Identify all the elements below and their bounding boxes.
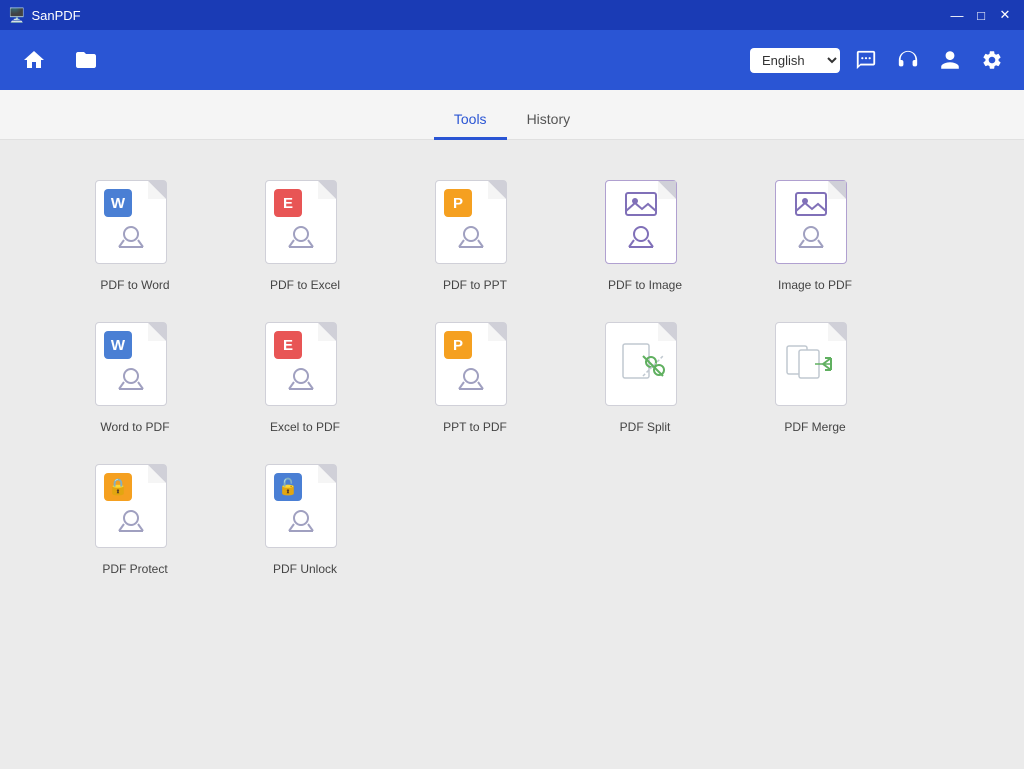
excel-badge2: E xyxy=(274,331,302,359)
ppt-badge2: P xyxy=(444,331,472,359)
split-icon-area xyxy=(605,322,677,406)
user-button[interactable] xyxy=(934,44,966,76)
window-controls: — □ ✕ xyxy=(946,4,1016,26)
language-select[interactable]: English Chinese Japanese xyxy=(750,48,840,73)
tool-excel-to-pdf[interactable]: E Excel to PDF xyxy=(250,322,360,434)
acrobat-icon xyxy=(794,224,828,250)
acrobat-icon xyxy=(114,366,148,392)
image-icon xyxy=(622,189,660,219)
doc-shape xyxy=(605,180,677,264)
acrobat-icon xyxy=(114,508,148,534)
acrobat-icon xyxy=(284,508,318,534)
tools-row-3: 🔒 PDF Protect xyxy=(80,464,944,576)
tool-pdf-to-excel[interactable]: E PDF to Excel xyxy=(250,180,360,292)
toolbar: English Chinese Japanese xyxy=(0,30,1024,90)
tool-label: PDF to Word xyxy=(100,278,169,292)
message-button[interactable] xyxy=(850,44,882,76)
acrobat-icon xyxy=(454,224,488,250)
doc-shape: E xyxy=(265,322,337,406)
toolbar-left xyxy=(16,42,104,78)
app-icon: 🖥️ xyxy=(8,7,25,24)
headset-icon xyxy=(897,49,919,71)
acrobat-icon xyxy=(454,366,488,392)
tools-row-1: W PDF to Word xyxy=(80,180,944,292)
doc-shape: P xyxy=(435,180,507,264)
titlebar-left: 🖥️ SanPDF xyxy=(8,7,81,24)
tool-word-to-pdf[interactable]: W Word to PDF xyxy=(80,322,190,434)
doc-shape: W xyxy=(95,180,167,264)
headset-button[interactable] xyxy=(892,44,924,76)
close-button[interactable]: ✕ xyxy=(994,4,1016,26)
image-icon xyxy=(792,189,830,219)
home-button[interactable] xyxy=(16,42,52,78)
tool-label: PDF to PPT xyxy=(443,278,507,292)
tool-label: Excel to PDF xyxy=(270,420,340,434)
tool-label: PDF Protect xyxy=(102,562,167,576)
word-badge2: W xyxy=(104,331,132,359)
tool-image-to-pdf[interactable]: Image to PDF xyxy=(760,180,870,292)
user-icon xyxy=(939,49,961,71)
word-badge: W xyxy=(104,189,132,217)
tools-row-2: W Word to PDF xyxy=(80,322,944,434)
app-title: SanPDF xyxy=(31,8,80,23)
tab-history[interactable]: History xyxy=(507,101,591,140)
acrobat-icon xyxy=(284,366,318,392)
tool-label: Image to PDF xyxy=(778,278,852,292)
doc-shape: E xyxy=(265,180,337,264)
merge-icon-area xyxy=(775,322,847,406)
ppt-badge: P xyxy=(444,189,472,217)
tool-label: PDF Unlock xyxy=(273,562,337,576)
doc-shape xyxy=(775,180,847,264)
protect-badge: 🔒 xyxy=(104,473,132,501)
home-icon xyxy=(22,48,46,72)
unlock-badge: 🔓 xyxy=(274,473,302,501)
message-icon xyxy=(855,49,877,71)
tools-grid: W PDF to Word xyxy=(80,180,944,596)
tool-pdf-unlock[interactable]: 🔓 PDF Unlock xyxy=(250,464,360,576)
tool-label: PDF to Excel xyxy=(270,278,340,292)
doc-shape: 🔒 xyxy=(95,464,167,548)
doc-shape: P xyxy=(435,322,507,406)
tool-label: PDF Merge xyxy=(784,420,845,434)
titlebar: 🖥️ SanPDF — □ ✕ xyxy=(0,0,1024,30)
acrobat-icon xyxy=(284,224,318,250)
settings-icon xyxy=(981,49,1003,71)
minimize-button[interactable]: — xyxy=(946,4,968,26)
tool-label: PDF Split xyxy=(620,420,671,434)
toolbar-right: English Chinese Japanese xyxy=(750,44,1008,76)
merge-icon xyxy=(785,342,837,386)
tabs-bar: Tools History xyxy=(0,90,1024,140)
tool-pdf-to-word[interactable]: W PDF to Word xyxy=(80,180,190,292)
tool-pdf-protect[interactable]: 🔒 PDF Protect xyxy=(80,464,190,576)
folder-icon xyxy=(74,48,98,72)
main-content: W PDF to Word xyxy=(0,140,1024,769)
tool-pdf-merge[interactable]: PDF Merge xyxy=(760,322,870,434)
tab-tools[interactable]: Tools xyxy=(434,101,507,140)
acrobat-icon xyxy=(114,224,148,250)
tool-pdf-to-image[interactable]: PDF to Image xyxy=(590,180,700,292)
split-icon xyxy=(615,342,667,386)
doc-shape: W xyxy=(95,322,167,406)
folder-button[interactable] xyxy=(68,42,104,78)
tool-pdf-to-ppt[interactable]: P PDF to PPT xyxy=(420,180,530,292)
tool-ppt-to-pdf[interactable]: P PPT to PDF xyxy=(420,322,530,434)
tool-label: Word to PDF xyxy=(100,420,169,434)
excel-badge: E xyxy=(274,189,302,217)
acrobat-icon xyxy=(624,224,658,250)
doc-shape: 🔓 xyxy=(265,464,337,548)
tool-pdf-split[interactable]: PDF Split xyxy=(590,322,700,434)
maximize-button[interactable]: □ xyxy=(970,4,992,26)
tool-label: PDF to Image xyxy=(608,278,682,292)
settings-button[interactable] xyxy=(976,44,1008,76)
tool-label: PPT to PDF xyxy=(443,420,507,434)
